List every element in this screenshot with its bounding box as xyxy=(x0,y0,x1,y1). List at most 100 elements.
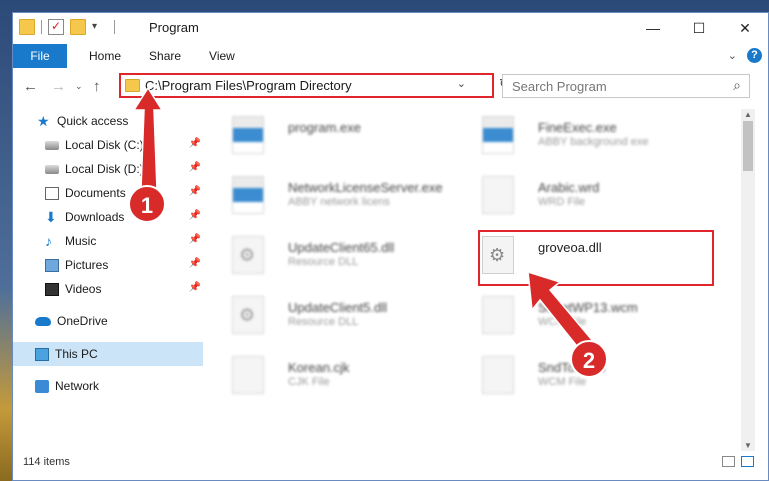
music-icon: ♪ xyxy=(45,232,52,249)
large-icons-view-icon[interactable] xyxy=(741,456,754,467)
maximize-button[interactable]: ☐ xyxy=(676,13,722,43)
vertical-scrollbar[interactable]: ▲ ▼ xyxy=(741,109,755,451)
scroll-down-icon[interactable]: ▼ xyxy=(744,441,752,450)
file-name: program.exe xyxy=(288,120,361,135)
window-title: Program xyxy=(149,20,199,35)
file-item[interactable]: NetworkLicenseServer.exe ABBY network li… xyxy=(208,168,443,222)
file-item[interactable]: SheetWP13.wcm WCM File xyxy=(458,288,688,342)
pin-icon[interactable]: 📌 xyxy=(189,210,201,221)
up-arrow-icon[interactable]: ↑ xyxy=(93,78,101,95)
disk-icon xyxy=(45,164,59,174)
address-bar[interactable]: C:\Program Files\Program Directory ⌄ xyxy=(119,73,494,98)
navigation-pane: ★ Quick access Local Disk (C:) 📌 Local D… xyxy=(13,109,203,449)
tab-view[interactable]: View xyxy=(195,49,249,63)
folder-icon xyxy=(19,19,35,35)
file-description: Resource DLL xyxy=(288,256,359,268)
address-row: ← → ⌄ ↑ C:\Program Files\Program Directo… xyxy=(13,70,768,102)
step-2-badge: 2 xyxy=(570,340,608,378)
sidebar-item-videos[interactable]: Videos 📌 xyxy=(13,277,203,301)
sidebar-item-documents[interactable]: Documents 📌 xyxy=(13,181,203,205)
quick-access-toolbar: ▾ xyxy=(19,19,115,35)
tab-file[interactable]: File xyxy=(13,44,67,68)
ribbon-tabs: File Home Share View ⌄ ? xyxy=(13,44,768,68)
close-button[interactable]: ✕ xyxy=(722,13,768,43)
details-view-icon[interactable] xyxy=(722,456,735,467)
sidebar-item-downloads[interactable]: ⬇ Downloads 📌 xyxy=(13,205,203,229)
sidebar-item-label: Downloads xyxy=(65,210,125,224)
file-name: Arabic.wrd xyxy=(538,180,600,195)
file-name: NetworkLicenseServer.exe xyxy=(288,180,443,195)
search-icon[interactable]: ⌕ xyxy=(733,77,741,94)
sidebar-item-label: Network xyxy=(55,379,100,393)
tab-home[interactable]: Home xyxy=(75,49,135,63)
explorer-window: ▾ Program — ☐ ✕ File Home Share View ⌄ ?… xyxy=(12,12,769,481)
chevron-down-icon[interactable]: ⌄ xyxy=(728,49,737,62)
help-icon[interactable]: ? xyxy=(747,48,762,63)
gear-icon xyxy=(232,296,264,334)
view-toggles xyxy=(722,456,754,467)
sidebar-item-label: Music xyxy=(65,234,97,248)
file-icon xyxy=(482,356,514,394)
app-icon xyxy=(232,176,264,214)
step-1-badge: 1 xyxy=(128,185,166,223)
file-icon xyxy=(482,296,514,334)
documents-icon xyxy=(45,186,59,200)
sidebar-item-local-disk-c[interactable]: Local Disk (C:) 📌 xyxy=(13,133,203,157)
toolbar-separator xyxy=(114,20,115,34)
address-path[interactable]: C:\Program Files\Program Directory xyxy=(145,78,352,93)
sidebar-item-label: Quick access xyxy=(57,114,129,128)
sidebar-item-label: Pictures xyxy=(65,258,109,272)
title-bar: ▾ Program — ☐ ✕ xyxy=(13,13,768,43)
properties-icon[interactable] xyxy=(48,19,64,35)
file-name: UpdateClient5.dll xyxy=(288,300,388,315)
sidebar-item-music[interactable]: ♪ Music 📌 xyxy=(13,229,203,253)
file-item[interactable]: Arabic.wrd WRD File xyxy=(458,168,688,222)
recent-dropdown-icon[interactable]: ⌄ xyxy=(75,81,83,92)
file-item[interactable]: UpdateClient65.dll Resource DLL xyxy=(208,228,438,282)
sidebar-item-label: Local Disk (D:) xyxy=(65,162,144,176)
search-input[interactable]: Search Program ⌕ xyxy=(502,74,750,98)
pin-icon[interactable]: 📌 xyxy=(189,186,201,197)
this-pc-icon xyxy=(35,347,49,361)
pin-icon[interactable]: 📌 xyxy=(189,138,201,149)
file-icon xyxy=(482,176,514,214)
minimize-button[interactable]: — xyxy=(630,13,676,43)
sidebar-item-label: Local Disk (C:) xyxy=(65,138,144,152)
sidebar-item-this-pc[interactable]: This PC xyxy=(13,342,203,366)
scroll-thumb[interactable] xyxy=(743,121,753,171)
tab-share[interactable]: Share xyxy=(135,49,195,63)
forward-arrow-icon[interactable]: → xyxy=(51,78,66,95)
file-description: CJK File xyxy=(288,376,330,388)
pin-icon[interactable]: 📌 xyxy=(189,234,201,245)
file-item[interactable]: FineExec.exe ABBY background exe xyxy=(458,108,688,162)
new-folder-icon[interactable] xyxy=(70,19,86,35)
disk-icon xyxy=(45,140,59,150)
customize-toolbar-icon[interactable]: ▾ xyxy=(92,19,108,35)
file-name: FineExec.exe xyxy=(538,120,617,135)
file-name: SheetWP13.wcm xyxy=(538,300,638,315)
sidebar-item-quick-access[interactable]: ★ Quick access xyxy=(13,109,203,133)
file-item[interactable]: Korean.cjk CJK File xyxy=(208,348,438,402)
sidebar-item-network[interactable]: Network xyxy=(13,374,203,398)
status-bar: 114 items xyxy=(13,451,768,475)
window-controls: — ☐ ✕ xyxy=(630,13,768,43)
scroll-up-icon[interactable]: ▲ xyxy=(744,110,752,119)
star-icon: ★ xyxy=(37,112,50,129)
pin-icon[interactable]: 📌 xyxy=(189,258,201,269)
network-icon xyxy=(35,379,49,393)
toolbar-separator xyxy=(41,20,42,34)
sidebar-item-onedrive[interactable]: OneDrive xyxy=(13,309,203,333)
item-count: 114 items xyxy=(23,456,70,468)
pin-icon[interactable]: 📌 xyxy=(189,282,201,293)
file-name: Korean.cjk xyxy=(288,360,350,375)
file-item[interactable]: UpdateClient5.dll Resource DLL xyxy=(208,288,438,342)
sidebar-item-local-disk-d[interactable]: Local Disk (D:) 📌 xyxy=(13,157,203,181)
gear-icon xyxy=(232,236,264,274)
sidebar-item-label: OneDrive xyxy=(57,314,108,328)
chevron-down-icon[interactable]: ⌄ xyxy=(457,77,466,90)
sidebar-item-label: Documents xyxy=(65,186,126,200)
file-item[interactable]: program.exe xyxy=(208,108,438,162)
pin-icon[interactable]: 📌 xyxy=(189,162,201,173)
back-arrow-icon[interactable]: ← xyxy=(23,78,38,95)
sidebar-item-pictures[interactable]: Pictures 📌 xyxy=(13,253,203,277)
